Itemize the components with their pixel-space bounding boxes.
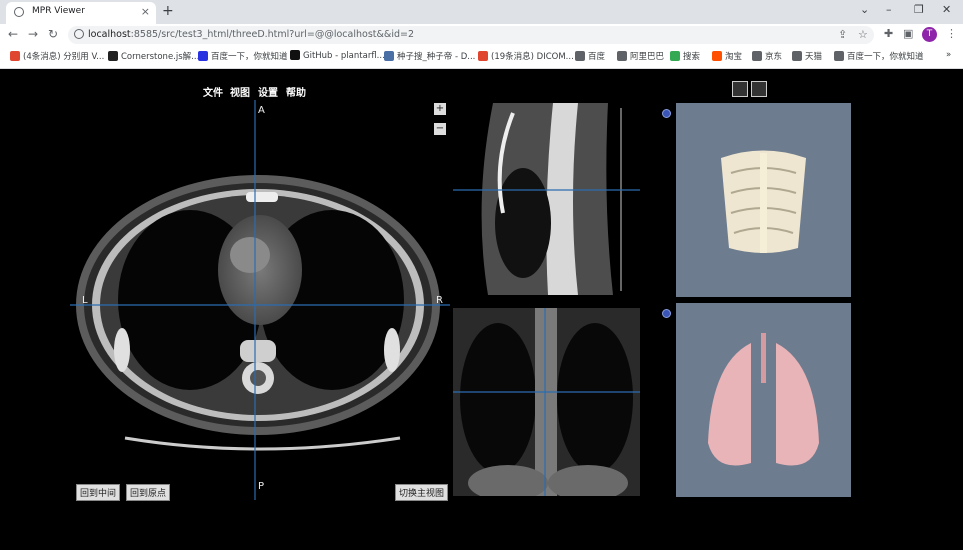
render-option-dot[interactable] — [662, 109, 671, 118]
menu-help[interactable]: 帮助 — [286, 84, 306, 99]
menu-dots-icon[interactable]: ⋮ — [946, 27, 957, 40]
back-to-origin-button[interactable]: 回到原点 — [126, 484, 171, 501]
bookmark-label: 百度 — [588, 52, 606, 62]
bookmark-favicon-icon — [10, 51, 20, 61]
bookmark-item[interactable]: (19条消息) DICOM... — [478, 50, 574, 62]
profile-avatar[interactable]: T — [922, 27, 937, 42]
bookmark-item[interactable]: (4条消息) 分别用 V... — [10, 50, 104, 62]
window-level-icon[interactable] — [732, 81, 748, 97]
chevron-down-icon[interactable]: ⌄ — [860, 3, 869, 16]
globe-icon — [14, 7, 24, 17]
orientation-right: R — [436, 295, 443, 306]
browser-tab-strip: MPR Viewer × + ⌄ – ❐ ✕ — [0, 0, 963, 24]
coronal-viewport[interactable] — [453, 308, 640, 496]
bookmark-favicon-icon — [712, 51, 722, 61]
bookmark-label: 京东 — [765, 52, 783, 62]
tab-close-icon[interactable]: × — [141, 5, 150, 18]
url-text[interactable]: localhost:8585/src/test3_html/threeD.htm… — [88, 29, 414, 40]
browser-toolbar: ← → ↻ localhost:8585/src/test3_html/thre… — [0, 24, 963, 46]
render-option-dot[interactable] — [662, 309, 671, 318]
bookmark-label: (19条消息) DICOM... — [491, 52, 574, 62]
info-icon[interactable] — [74, 29, 84, 39]
new-tab-button[interactable]: + — [162, 3, 174, 19]
bookmark-label: 搜索 — [683, 52, 701, 62]
screenshot-icon[interactable] — [751, 81, 767, 97]
bookmark-label: 天猫 — [805, 52, 823, 62]
share-icon[interactable]: ⇪ — [838, 28, 847, 41]
bookmarks-bar: (4条消息) 分别用 V... Cornerstone.js解... 百度一下，你就… — [0, 46, 963, 69]
bookmark-favicon-icon — [478, 51, 488, 61]
bookmark-item[interactable]: 百度一下，你就知道 — [834, 50, 924, 62]
bookmark-favicon-icon — [108, 51, 118, 61]
tab-title: MPR Viewer — [32, 6, 85, 16]
bookmark-favicon-icon — [834, 51, 844, 61]
address-bar[interactable]: localhost:8585/src/test3_html/threeD.htm… — [68, 26, 874, 44]
bookmark-label: (4条消息) 分别用 V... — [23, 52, 105, 62]
close-window-button[interactable]: ✕ — [942, 3, 951, 16]
switch-main-view-button[interactable]: 切换主视图 — [395, 484, 449, 501]
back-button[interactable]: ← — [8, 27, 18, 41]
zoom-out-button[interactable]: − — [434, 123, 446, 135]
orientation-anterior: A — [258, 105, 265, 116]
bookmark-item[interactable]: 种子搜_种子帝 - D... — [384, 50, 475, 62]
bookmark-label: 淘宝 — [725, 52, 743, 62]
extensions-icon[interactable]: ✚ — [884, 27, 893, 40]
bookmark-favicon-icon — [752, 51, 762, 61]
orientation-posterior: P — [258, 481, 265, 492]
bookmark-label: 百度一下，你就知道 — [211, 52, 288, 62]
bookmark-favicon-icon — [670, 51, 680, 61]
axial-ct-image — [70, 100, 450, 500]
bookmarks-overflow-button[interactable]: » — [946, 50, 951, 60]
menu-file[interactable]: 文件 — [203, 84, 223, 99]
bookmark-label: 种子搜_种子帝 - D... — [397, 52, 476, 62]
bookmark-item[interactable]: 阿里巴巴 — [617, 50, 664, 62]
bookmark-label: GitHub - plantarfl... — [303, 51, 385, 61]
sagittal-ct-image — [453, 103, 640, 295]
bookmark-favicon-icon — [290, 50, 300, 60]
bookmark-label: Cornerstone.js解... — [121, 52, 200, 62]
bookmark-item[interactable]: 百度 — [575, 50, 605, 62]
coronal-ct-image — [453, 308, 640, 496]
bookmark-item[interactable]: 淘宝 — [712, 50, 742, 62]
side-panel-icon[interactable]: ▣ — [903, 27, 913, 40]
maximize-button[interactable]: ❐ — [914, 3, 924, 16]
browser-tab[interactable]: MPR Viewer × — [6, 2, 156, 24]
sagittal-viewport[interactable] — [453, 103, 640, 295]
bookmark-favicon-icon — [617, 51, 627, 61]
bookmark-label: 百度一下，你就知道 — [847, 52, 924, 62]
bookmark-item[interactable]: 搜索 — [670, 50, 700, 62]
forward-button[interactable]: → — [28, 27, 38, 41]
minimize-button[interactable]: – — [886, 3, 892, 16]
bookmark-item[interactable]: Cornerstone.js解... — [108, 50, 199, 62]
bookmark-favicon-icon — [575, 51, 585, 61]
ribcage-model-image — [721, 150, 806, 253]
orientation-left: L — [82, 295, 88, 306]
star-icon[interactable]: ☆ — [858, 28, 868, 41]
bookmark-label: 阿里巴巴 — [630, 52, 665, 62]
reload-button[interactable]: ↻ — [48, 27, 58, 41]
bookmark-favicon-icon — [792, 51, 802, 61]
3d-lung-render[interactable] — [676, 303, 851, 497]
3d-bone-render[interactable] — [676, 103, 851, 297]
back-to-center-button[interactable]: 回到中间 — [76, 484, 121, 501]
bookmark-item[interactable]: 百度一下，你就知道 — [198, 50, 288, 62]
axial-viewport[interactable]: A P L R — [70, 100, 450, 500]
bookmark-favicon-icon — [384, 51, 394, 61]
menu-view[interactable]: 视图 — [230, 84, 250, 99]
bookmark-item[interactable]: 天猫 — [792, 50, 822, 62]
zoom-in-button[interactable]: + — [434, 103, 446, 115]
bookmark-favicon-icon — [198, 51, 208, 61]
menu-settings[interactable]: 设置 — [258, 84, 278, 99]
bookmark-item[interactable]: 京东 — [752, 50, 782, 62]
bookmark-item[interactable]: GitHub - plantarfl... — [290, 50, 385, 61]
lungs-model-image — [708, 333, 819, 466]
